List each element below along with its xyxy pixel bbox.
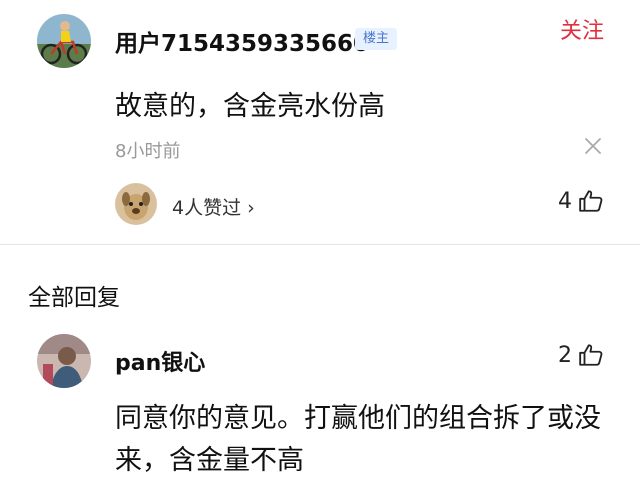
dog-avatar (115, 183, 157, 225)
main-username[interactable]: 用户7154359335660 (115, 24, 369, 58)
main-comment-text: 故意的，含金亮水份高 (115, 91, 385, 122)
chevron-right-icon: › (247, 197, 255, 219)
reply-like-count: 2 (558, 342, 572, 368)
cyclist-avatar (37, 14, 91, 68)
thumbs-up-icon (579, 190, 603, 212)
reply-like-button[interactable]: 2 (558, 342, 604, 368)
section-divider (0, 244, 640, 245)
op-badge: 楼主 (355, 28, 397, 50)
thumbs-up-icon (579, 344, 603, 366)
liker-avatar[interactable] (115, 183, 157, 225)
main-user-avatar[interactable] (37, 14, 91, 68)
likes-summary-text: 4人赞过 (172, 197, 242, 219)
main-like-button[interactable]: 4 (558, 188, 604, 214)
reply-username[interactable]: pan银心 (115, 345, 205, 377)
comment-timestamp: 8小时前 (115, 141, 181, 162)
reply-text: 同意你的意见。打赢他们的组合拆了或没来，含金量不高 (115, 403, 601, 476)
comment-thread-page: 用户7154359335660 楼主 关注 故意的，含金亮水份高 8小时前 4人… (0, 0, 640, 488)
close-icon[interactable] (584, 137, 602, 155)
main-like-count: 4 (558, 188, 572, 214)
follow-button[interactable]: 关注 (560, 13, 604, 45)
reply-user-avatar[interactable] (37, 334, 91, 388)
all-replies-header: 全部回复 (28, 285, 120, 311)
reply-user-avatar-image (37, 334, 91, 388)
likes-summary-link[interactable]: 4人赞过 › (172, 193, 255, 220)
